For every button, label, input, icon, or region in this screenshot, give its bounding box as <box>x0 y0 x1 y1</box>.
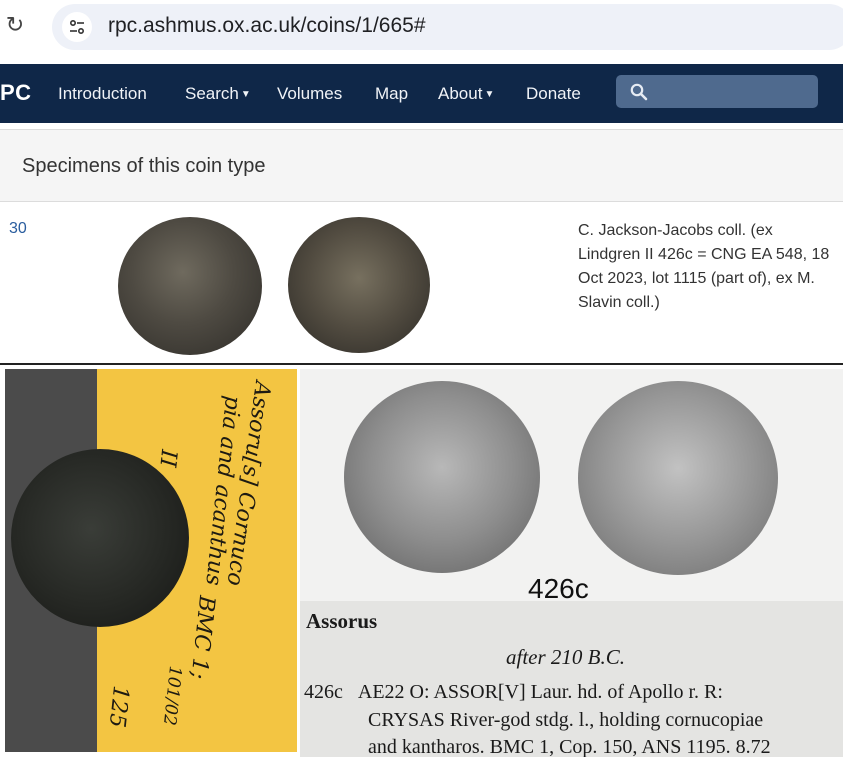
reload-icon[interactable]: ↻ <box>2 13 28 39</box>
catalogue-plate-image: 426c Assorus after 210 B.C. 426c AE22 O:… <box>300 369 843 757</box>
chevron-down-icon: ▼ <box>240 89 251 100</box>
plate-coin-reverse <box>578 381 778 575</box>
nav-map[interactable]: Map <box>375 84 408 104</box>
plate-number: 426c <box>528 573 589 604</box>
site-info-icon[interactable] <box>62 12 92 42</box>
coin-reverse-image[interactable] <box>288 217 430 353</box>
address-bar[interactable]: rpc.ashmus.ox.ac.uk/coins/1/665# <box>52 4 843 50</box>
catalogue-entry-line: and kantharos. BMC 1, Cop. 150, ANS 1195… <box>368 736 771 757</box>
coin-obverse-image[interactable] <box>118 217 262 355</box>
nav-introduction[interactable]: Introduction <box>58 84 147 104</box>
nav-donate[interactable]: Donate <box>526 84 581 104</box>
nav-search-input[interactable] <box>616 75 818 108</box>
specimens-panel-heading: Specimens of this coin type <box>0 129 843 202</box>
handwritten-line: II <box>154 448 181 469</box>
nav-volumes[interactable]: Volumes <box>277 84 342 104</box>
catalogue-entry-line: CRYSAS River-god stdg. l., holding cornu… <box>368 709 764 731</box>
catalogue-mint-title: Assorus <box>306 609 378 633</box>
nav-about-dropdown[interactable]: About ▼ <box>438 84 494 104</box>
plate-coin-obverse <box>344 381 540 573</box>
search-icon <box>630 83 648 101</box>
specimen-number-link[interactable]: 30 <box>9 220 27 238</box>
panel-title: Specimens of this coin type <box>22 155 266 177</box>
site-navbar: PC Introduction Search ▼ Volumes Map Abou… <box>0 64 843 123</box>
handwritten-line: 125 <box>103 684 133 729</box>
specimen-provenance: C. Jackson-Jacobs coll. (ex Lindgren II … <box>578 222 830 311</box>
nav-search-dropdown[interactable]: Search ▼ <box>185 84 251 104</box>
url-text[interactable]: rpc.ashmus.ox.ac.uk/coins/1/665# <box>108 14 426 38</box>
coin-label-photo: Assoru[s] Cornuco pia and acanthus II BM… <box>5 369 297 752</box>
browser-toolbar: ↻ rpc.ashmus.ox.ac.uk/coins/1/665# <box>0 0 843 62</box>
brand-logo[interactable]: PC <box>0 80 32 106</box>
catalogue-entry-line: 426c AE22 O: ASSOR[V] Laur. hd. of Apoll… <box>304 681 723 703</box>
catalogue-date: after 210 B.C. <box>506 645 625 669</box>
specimen-row: 30 C. Jackson-Jacobs coll. (ex Lindgren … <box>0 203 843 365</box>
chevron-down-icon: ▼ <box>484 89 495 100</box>
coin-photo <box>11 449 189 627</box>
